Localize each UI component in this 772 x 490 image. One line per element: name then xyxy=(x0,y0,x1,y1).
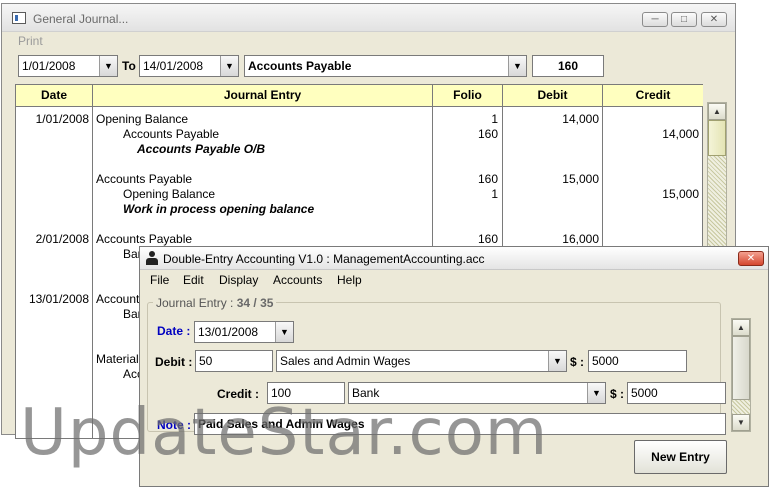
date-field[interactable]: 13/01/2008 ▼ xyxy=(194,321,294,343)
row-debit: 16,000 xyxy=(562,232,599,246)
chevron-down-icon[interactable]: ▼ xyxy=(508,56,526,76)
col-header-date[interactable]: Date xyxy=(16,85,93,107)
menu-help[interactable]: Help xyxy=(337,273,362,287)
credit-amount-field[interactable]: 5000 xyxy=(627,382,726,404)
to-date-value: 14/01/2008 xyxy=(143,59,204,73)
credit-currency-label: $ : xyxy=(610,387,625,401)
menu-accounts[interactable]: Accounts xyxy=(273,273,322,287)
scroll-up-icon[interactable]: ▲ xyxy=(732,319,750,336)
col-header-folio[interactable]: Folio xyxy=(433,85,503,107)
row-date: 2/01/2008 xyxy=(35,232,89,246)
from-date-field[interactable]: 1/01/2008 ▼ xyxy=(18,55,118,77)
debit-account-select[interactable]: Sales and Admin Wages ▼ xyxy=(276,350,567,372)
col-header-journal-entry[interactable]: Journal Entry xyxy=(93,85,433,107)
account-value: Accounts Payable xyxy=(248,59,352,73)
chevron-down-icon[interactable]: ▼ xyxy=(587,383,605,403)
date-value: 13/01/2008 xyxy=(198,325,259,339)
journal-titlebar[interactable]: General Journal... ─ □ ✕ xyxy=(2,4,735,32)
debit-label: Debit : xyxy=(155,355,193,369)
entry-titlebar[interactable]: Double-Entry Accounting V1.0 : Managemen… xyxy=(140,247,768,270)
debit-currency-label: $ : xyxy=(570,355,585,369)
journal-entry-legend: Journal Entry : 34 / 35 xyxy=(153,296,277,310)
new-entry-button[interactable]: New Entry xyxy=(634,440,727,474)
scroll-up-icon[interactable]: ▲ xyxy=(708,103,726,120)
account-select[interactable]: Accounts Payable ▼ xyxy=(244,55,527,77)
entry-scrollbar[interactable]: ▲ ▼ xyxy=(731,318,751,432)
minimize-icon[interactable]: ─ xyxy=(642,12,668,27)
chevron-down-icon[interactable]: ▼ xyxy=(548,351,566,371)
chevron-down-icon[interactable]: ▼ xyxy=(220,56,238,76)
col-header-credit[interactable]: Credit xyxy=(603,85,703,107)
scroll-thumb[interactable] xyxy=(732,336,750,400)
row-folio: 1 xyxy=(491,187,498,201)
journal-window-title: General Journal... xyxy=(33,12,129,26)
to-date-field[interactable]: 14/01/2008 ▼ xyxy=(139,55,239,77)
debit-account-value: Sales and Admin Wages xyxy=(280,354,411,368)
entry-window-title: Double-Entry Accounting V1.0 : Managemen… xyxy=(163,252,485,266)
journal-menubar: Print xyxy=(2,32,735,51)
row-journal-entry: Accounts Payable xyxy=(96,232,193,246)
entry-current: 34 xyxy=(236,296,251,310)
row-journal-entry: Accounts Payable O/B xyxy=(137,142,266,156)
row-journal-entry: Work in process opening balance xyxy=(123,202,315,216)
date-label: Date : xyxy=(157,324,191,338)
maximize-icon[interactable]: □ xyxy=(671,12,697,27)
row-debit: 15,000 xyxy=(562,172,599,186)
row-journal-entry: Accounts Payable xyxy=(96,172,193,186)
debit-amount-field[interactable]: 5000 xyxy=(588,350,687,372)
col-divider xyxy=(92,107,93,438)
row-debit: 14,000 xyxy=(562,112,599,126)
chevron-down-icon[interactable]: ▼ xyxy=(275,322,293,342)
row-credit: 15,000 xyxy=(662,187,699,201)
row-folio: 160 xyxy=(477,172,498,186)
menu-display[interactable]: Display xyxy=(219,273,258,287)
scroll-down-icon[interactable]: ▼ xyxy=(732,414,750,431)
journal-app-icon xyxy=(12,12,26,24)
row-folio: 1 xyxy=(491,112,498,126)
to-label: To xyxy=(122,59,136,73)
row-journal-entry: Opening Balance xyxy=(123,187,216,201)
entry-separator: / xyxy=(253,296,257,310)
chevron-down-icon[interactable]: ▼ xyxy=(99,56,117,76)
account-code-field[interactable]: 160 xyxy=(532,55,604,77)
entry-menubar: File Edit Display Accounts Help xyxy=(140,270,768,290)
user-icon xyxy=(146,251,158,265)
row-folio: 160 xyxy=(477,232,498,246)
close-icon[interactable]: ✕ xyxy=(738,251,764,266)
col-header-debit[interactable]: Debit xyxy=(503,85,603,107)
row-credit: 14,000 xyxy=(662,127,699,141)
menu-print[interactable]: Print xyxy=(18,34,43,48)
group-label: Journal Entry : xyxy=(156,296,234,310)
menu-edit[interactable]: Edit xyxy=(183,273,204,287)
debit-code-field[interactable]: 50 xyxy=(195,350,273,372)
scroll-thumb[interactable] xyxy=(708,120,726,156)
row-journal-entry: Accounts Payable xyxy=(123,127,220,141)
from-date-value: 1/01/2008 xyxy=(22,59,76,73)
close-icon[interactable]: ✕ xyxy=(701,12,727,27)
menu-file[interactable]: File xyxy=(150,273,169,287)
entry-total: 35 xyxy=(260,296,274,310)
row-date: 13/01/2008 xyxy=(28,292,89,306)
row-folio: 160 xyxy=(477,127,498,141)
row-journal-entry: Opening Balance xyxy=(96,112,189,126)
row-date: 1/01/2008 xyxy=(35,112,89,126)
watermark-text: UpdateStar.com xyxy=(20,396,549,470)
